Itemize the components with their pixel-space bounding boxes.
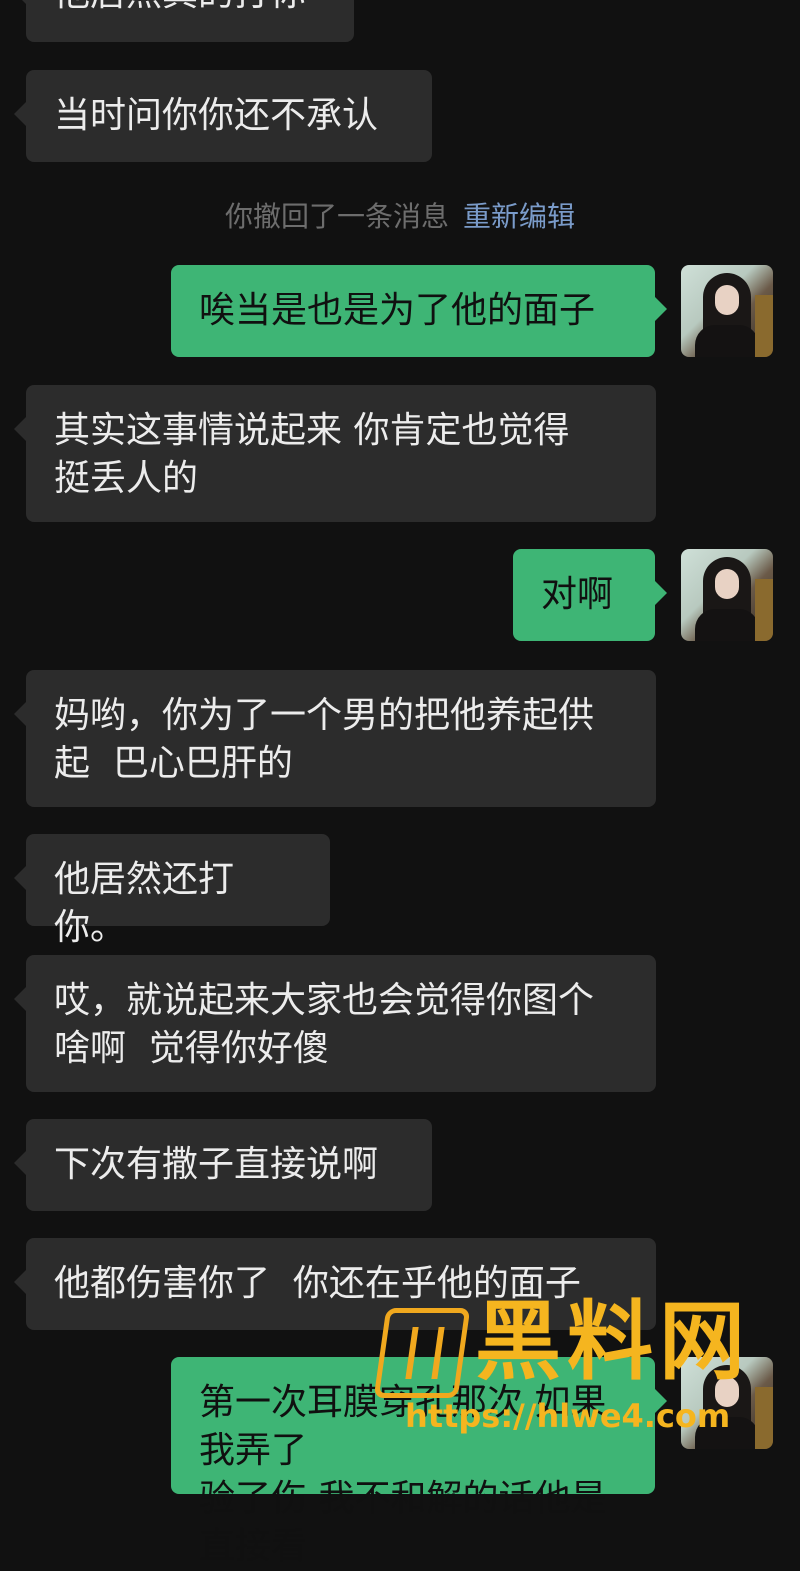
- message-bubble[interactable]: 妈哟，你为了一个男的把他养起供 起 巴心巴肝的: [14, 670, 656, 807]
- avatar-face: [715, 569, 739, 599]
- avatar[interactable]: [681, 549, 773, 641]
- avatar[interactable]: [681, 265, 773, 357]
- avatar-body: [695, 609, 759, 641]
- recall-notice: 你撤回了一条消息 重新编辑: [0, 195, 800, 235]
- avatar-face: [715, 1377, 739, 1407]
- message-bubble[interactable]: 他居然还打你。: [14, 834, 330, 948]
- avatar-body: [695, 325, 759, 357]
- message-bubble[interactable]: 第一次耳膜穿孔那次 如果我弄了 验了伤 我不和解的话他是直接看: [171, 1357, 667, 1567]
- message-bubble[interactable]: 哎，就说起来大家也会觉得你图个 啥啊 觉得你好傻: [14, 955, 656, 1092]
- message-bubble[interactable]: 他都伤害你了 你还在乎他的面子: [14, 1238, 656, 1330]
- avatar-background: [755, 1387, 773, 1449]
- message-bubble[interactable]: 他居然真的打你: [14, 0, 354, 42]
- message-bubble[interactable]: 对啊: [513, 549, 667, 641]
- avatar-background: [755, 295, 773, 357]
- re-edit-link[interactable]: 重新编辑: [463, 200, 575, 233]
- message-bubble[interactable]: 当时问你你还不承认: [14, 70, 432, 162]
- message-bubble[interactable]: 唉当是也是为了他的面子: [171, 265, 667, 357]
- message-bubble[interactable]: 其实这事情说起来 你肯定也觉得 挺丢人的: [14, 385, 656, 522]
- avatar-body: [695, 1417, 759, 1449]
- chat-message-list[interactable]: 他居然真的打你 当时问你你还不承认 你撤回了一条消息重新编辑 唉当是也是为了他的…: [0, 0, 800, 1567]
- message-bubble[interactable]: 下次有撒子直接说啊: [14, 1119, 432, 1211]
- avatar[interactable]: [681, 1357, 773, 1449]
- avatar-face: [715, 285, 739, 315]
- avatar-background: [755, 579, 773, 641]
- recall-notice-text: 你撤回了一条消息: [224, 200, 449, 233]
